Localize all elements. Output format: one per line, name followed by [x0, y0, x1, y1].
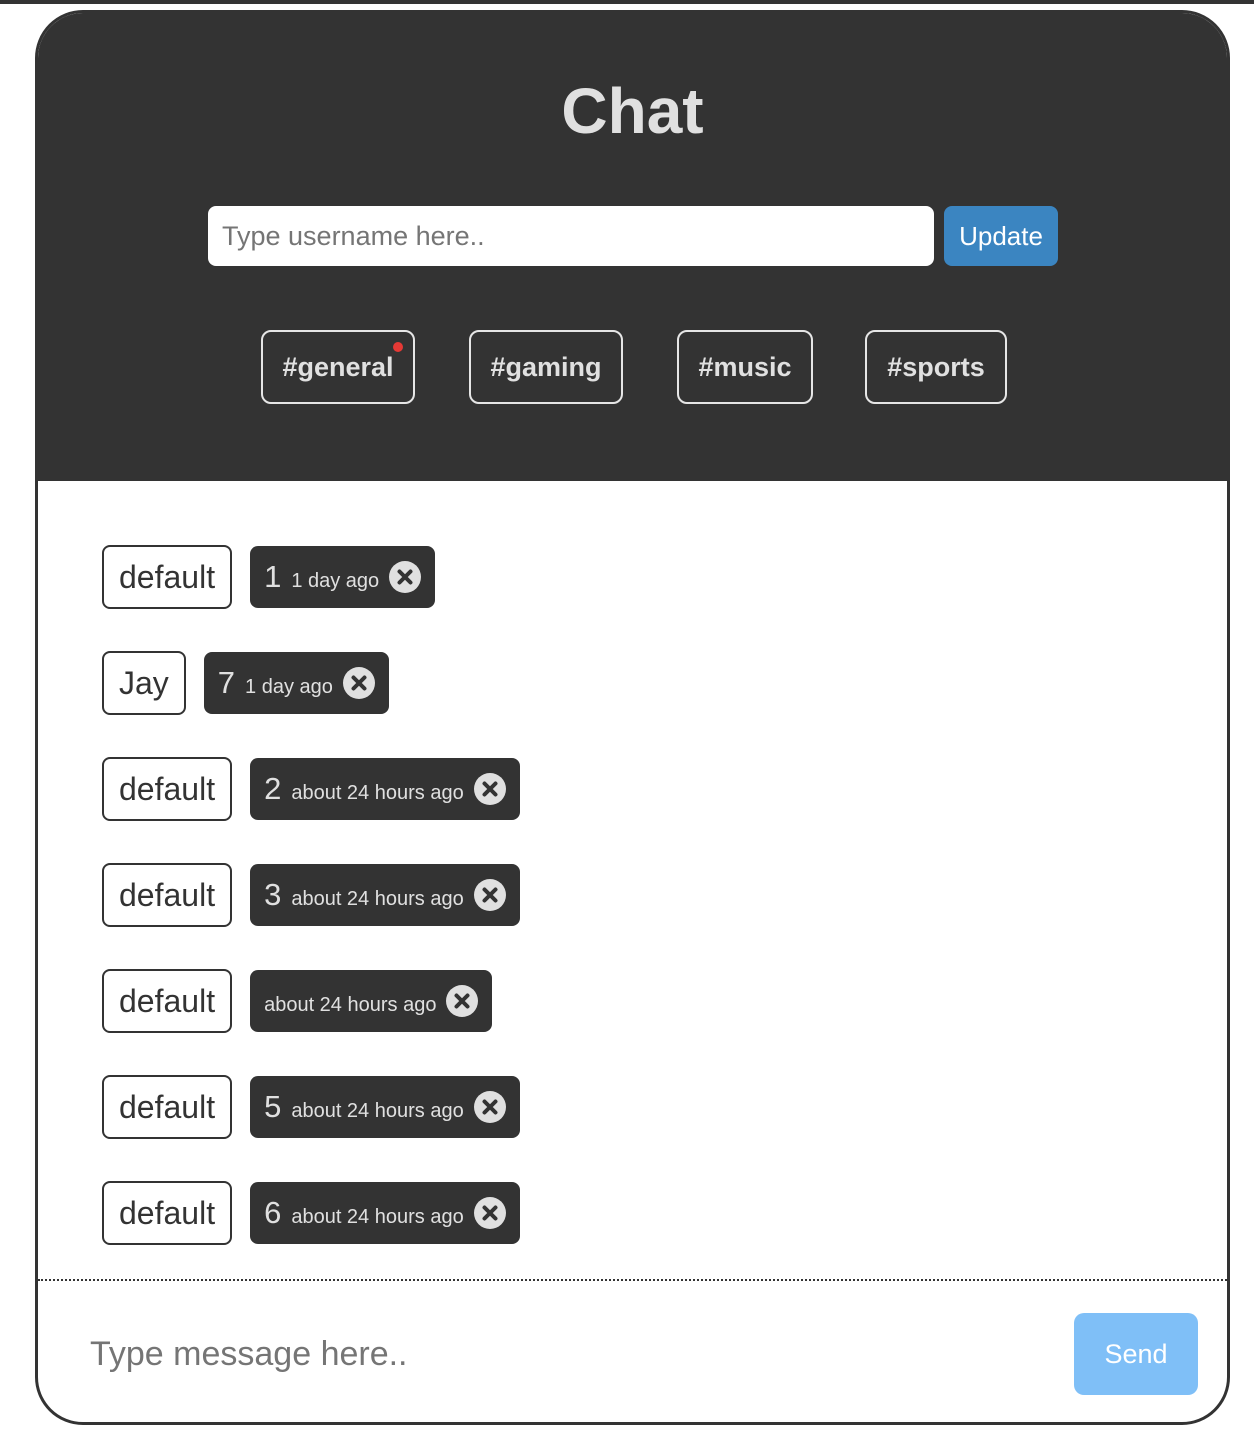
message-row: default 2 about 24 hours ago	[102, 757, 520, 821]
channel-gaming[interactable]: #gaming	[469, 330, 623, 404]
chat-window: Chat Update #general #gaming #music #spo…	[35, 10, 1230, 1425]
chat-header: Chat Update #general #gaming #music #spo…	[38, 13, 1227, 481]
top-border	[0, 0, 1254, 4]
message-bubble: 3 about 24 hours ago	[250, 864, 520, 926]
message-time: about 24 hours ago	[291, 1205, 464, 1228]
composer-divider	[38, 1279, 1227, 1281]
message-row: Jay 7 1 day ago	[102, 651, 389, 715]
message-text: 5	[264, 1089, 282, 1124]
delete-message-icon[interactable]	[342, 667, 375, 699]
channel-label: #general	[282, 352, 394, 382]
message-username: Jay	[102, 651, 186, 715]
message-text: 1	[264, 559, 282, 594]
username-input[interactable]	[208, 206, 934, 266]
message-text: 2	[264, 771, 282, 806]
channel-general[interactable]: #general	[261, 330, 415, 404]
delete-message-icon[interactable]	[473, 879, 506, 911]
send-button[interactable]: Send	[1074, 1313, 1198, 1395]
message-username: default	[102, 863, 233, 927]
message-text: 3	[264, 877, 282, 912]
channel-label: #sports	[887, 352, 985, 382]
delete-message-icon[interactable]	[473, 1197, 506, 1229]
channel-sports[interactable]: #sports	[865, 330, 1007, 404]
channel-label: #gaming	[490, 352, 602, 382]
message-time: about 24 hours ago	[291, 1099, 464, 1122]
message-time: 1 day ago	[291, 569, 380, 592]
message-row: default 5 about 24 hours ago	[102, 1075, 520, 1139]
message-input[interactable]	[74, 1315, 1034, 1393]
delete-message-icon[interactable]	[389, 561, 422, 593]
message-bubble: 6 about 24 hours ago	[250, 1182, 520, 1244]
message-username: default	[102, 757, 233, 821]
message-username: default	[102, 1181, 233, 1245]
message-username: default	[102, 545, 233, 609]
message-username: default	[102, 969, 233, 1033]
channel-label: #music	[698, 352, 792, 382]
message-row: default 1 1 day ago	[102, 545, 436, 609]
message-bubble: 2 about 24 hours ago	[250, 758, 520, 820]
message-bubble: about 24 hours ago	[250, 970, 493, 1032]
message-row: default 3 about 24 hours ago	[102, 863, 520, 927]
message-row: default 6 about 24 hours ago	[102, 1181, 520, 1245]
message-time: about 24 hours ago	[291, 781, 464, 804]
message-text: 6	[264, 1195, 282, 1230]
page-title: Chat	[561, 75, 704, 147]
delete-message-icon[interactable]	[473, 773, 506, 805]
message-bubble: 7 1 day ago	[203, 652, 389, 714]
message-bubble: 5 about 24 hours ago	[250, 1076, 520, 1138]
message-bubble: 1 1 day ago	[250, 546, 436, 608]
message-time: about 24 hours ago	[264, 993, 437, 1016]
message-text: 7	[217, 665, 236, 700]
message-list: default 1 1 day ago Jay 7 1 day ago defa…	[38, 481, 1227, 1279]
message-username: default	[102, 1075, 233, 1139]
channel-music[interactable]: #music	[677, 330, 813, 404]
unread-dot-icon	[393, 342, 403, 352]
message-time: about 24 hours ago	[291, 887, 464, 910]
update-button[interactable]: Update	[944, 206, 1058, 266]
message-time: 1 day ago	[245, 675, 333, 698]
delete-message-icon[interactable]	[473, 1091, 506, 1123]
message-row: default about 24 hours ago	[102, 969, 493, 1033]
delete-message-icon[interactable]	[446, 985, 479, 1017]
